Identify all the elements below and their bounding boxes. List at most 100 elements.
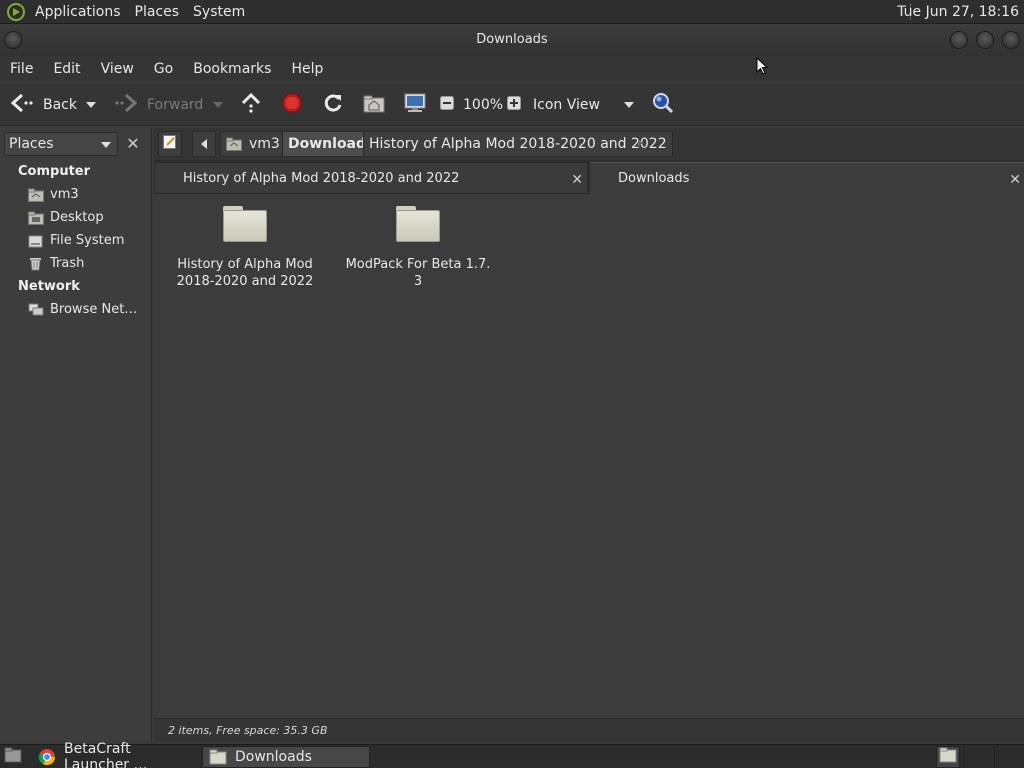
menu-bookmarks[interactable]: Bookmarks (183, 56, 281, 82)
computer-icon (404, 92, 426, 118)
back-history-dropdown[interactable] (86, 84, 96, 126)
back-arrow-icon (10, 93, 34, 117)
search-button[interactable] (651, 84, 675, 126)
folder-item[interactable]: ModPack For Beta 1.7. 3 (343, 194, 493, 290)
folder-name-line2: 2018-2020 and 2022 (176, 274, 314, 289)
taskbar-item-label: Downloads (235, 749, 312, 765)
up-arrow-icon (240, 92, 262, 118)
applications-menu[interactable]: Applications (28, 0, 128, 24)
folder-name-line1: History of Alpha Mod (177, 257, 313, 272)
menu-go[interactable]: Go (144, 56, 183, 82)
sidebar-item-trash[interactable]: Trash (28, 256, 84, 271)
folder-name-line1: ModPack For Beta 1.7. (345, 257, 491, 272)
chrome-icon (38, 748, 56, 766)
tab-history-of-alpha-mod[interactable]: History of Alpha Mod 2018-2020 and 2022 … (154, 162, 588, 194)
workspace-1[interactable] (936, 746, 960, 768)
menu-file[interactable]: File (0, 56, 43, 82)
sidebar-item-label: vm3 (50, 187, 79, 202)
up-button[interactable] (240, 84, 262, 126)
search-icon (651, 91, 675, 119)
path-crumb-label: vm3 (249, 136, 280, 152)
sidebar-item-file-system[interactable]: File System (28, 233, 124, 248)
zoom-level[interactable]: 100% (463, 84, 503, 126)
menu-view[interactable]: View (91, 56, 144, 82)
close-sidebar-button[interactable]: ✕ (122, 132, 144, 156)
forward-button[interactable]: Forward (114, 84, 203, 126)
taskbar-item-betacraft[interactable]: BetaCraft Launcher … (32, 741, 198, 768)
taskbar-item-downloads[interactable]: Downloads (202, 746, 370, 768)
home-folder-icon (226, 137, 242, 151)
zoom-in-button[interactable] (507, 84, 521, 126)
path-scroll-right-icon[interactable] (638, 139, 643, 147)
computer-button[interactable] (404, 84, 426, 126)
toggle-location-entry-button[interactable] (158, 131, 182, 157)
stop-button[interactable] (281, 84, 303, 126)
close-window-button[interactable] (1002, 31, 1020, 49)
folder-name-line2: 3 (413, 274, 423, 289)
sidebar-item-desktop[interactable]: Desktop (28, 210, 104, 225)
sidebar-header-network: Network (18, 279, 80, 294)
places-menu[interactable]: Places (128, 0, 187, 24)
close-tab-icon[interactable]: ✕ (1009, 172, 1021, 188)
chevron-down-icon (86, 102, 96, 108)
sidebar-header-computer: Computer (18, 164, 91, 179)
tab-label: Downloads (618, 171, 690, 186)
minimize-button[interactable] (950, 31, 968, 49)
menu-edit[interactable]: Edit (43, 56, 90, 82)
sidebar-type-label: Places (9, 136, 54, 152)
window-titlebar[interactable]: Downloads (0, 24, 1024, 56)
edit-location-icon (163, 135, 177, 153)
chevron-down-icon (624, 102, 634, 108)
sidebar-item-browse-network[interactable]: Browse Net… (28, 302, 137, 317)
zoom-out-icon (440, 96, 454, 114)
mouse-cursor-icon (756, 56, 769, 79)
distro-logo-icon[interactable] (6, 2, 26, 22)
path-crumb-vm3[interactable]: vm3 (220, 131, 286, 157)
path-crumb-history-of-alpha-mod[interactable]: History of Alpha Mod 2018-2020 and 2022 (363, 131, 673, 157)
stop-icon (281, 92, 303, 118)
home-folder-icon (28, 188, 44, 202)
status-bar: 2 items, Free space: 35.3 GB (154, 718, 1024, 742)
desktop-folder-icon (28, 211, 44, 225)
folder-icon (396, 206, 440, 242)
clock[interactable]: Tue Jun 27, 18:16 (897, 0, 1019, 24)
home-button[interactable] (363, 84, 385, 126)
workspace-2[interactable] (964, 746, 992, 768)
sidebar: Places ✕ Computer vm3 Desktop File Syste… (0, 128, 152, 742)
sidebar-type-select[interactable]: Places (4, 132, 118, 156)
chevron-down-icon (101, 142, 111, 148)
sidebar-item-vm3[interactable]: vm3 (28, 187, 79, 202)
zoom-out-button[interactable] (440, 84, 454, 126)
sidebar-item-label: Trash (50, 256, 85, 271)
forward-history-dropdown[interactable] (213, 84, 223, 126)
show-desktop-icon (4, 747, 22, 767)
maximize-button[interactable] (976, 31, 994, 49)
status-text: 2 items, Free space: 35.3 GB (168, 724, 328, 737)
view-mode-select[interactable]: Icon View (533, 84, 637, 126)
reload-button[interactable] (322, 84, 344, 126)
sidebar-item-label: Browse Net… (50, 302, 138, 317)
close-tab-icon[interactable]: ✕ (571, 172, 583, 188)
close-icon: ✕ (126, 134, 140, 153)
path-scroll-left-button[interactable] (192, 131, 216, 157)
tab-label: History of Alpha Mod 2018-2020 and 2022 (183, 170, 460, 186)
chevron-down-icon (213, 102, 223, 108)
tab-downloads[interactable]: Downloads ✕ (590, 162, 1024, 194)
toolbar: Back Forward 100% Icon View (0, 84, 1024, 126)
bottom-panel: BetaCraft Launcher … Downloads (0, 741, 1024, 768)
home-folder-icon (363, 93, 385, 117)
menu-help[interactable]: Help (281, 56, 333, 82)
view-mode-label: Icon View (533, 97, 600, 113)
show-desktop-button[interactable] (0, 746, 28, 768)
back-button[interactable]: Back (10, 84, 77, 126)
folder-icon (223, 206, 267, 242)
file-view[interactable]: History of Alpha Mod 2018-2020 and 2022 … (154, 194, 1024, 716)
folder-icon (939, 747, 957, 767)
path-crumb-label: Downloads (288, 136, 375, 152)
sidebar-item-label: Desktop (50, 210, 104, 225)
back-label: Back (43, 97, 77, 113)
workspace-3[interactable] (994, 746, 1022, 768)
system-menu[interactable]: System (186, 0, 252, 24)
menubar: File Edit View Go Bookmarks Help (0, 56, 1024, 82)
folder-item[interactable]: History of Alpha Mod 2018-2020 and 2022 (170, 194, 320, 290)
